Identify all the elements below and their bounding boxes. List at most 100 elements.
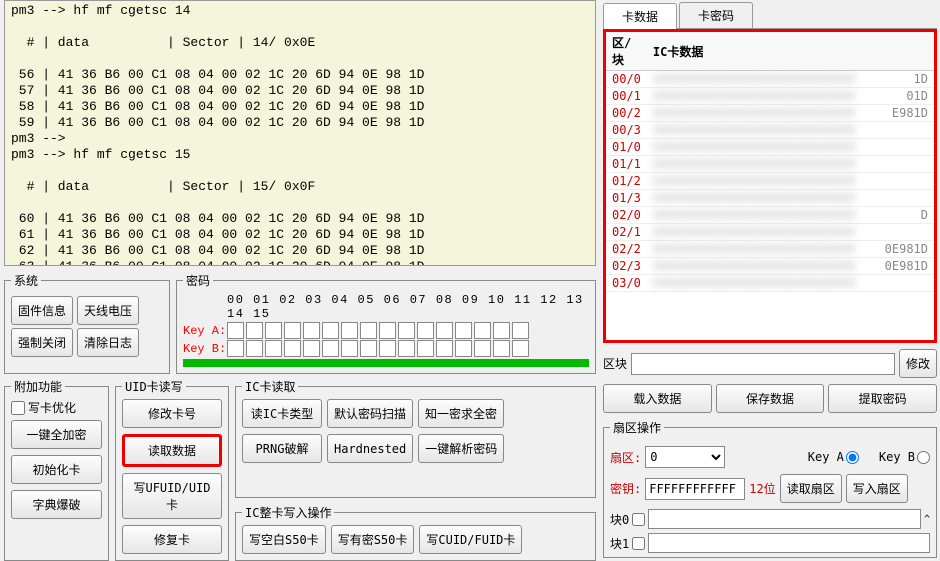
key-check-5[interactable] <box>322 322 339 339</box>
ic-write-legend: IC整卡写入操作 <box>242 504 334 521</box>
table-row[interactable]: 01/0############################ <box>606 139 934 156</box>
key-check-5[interactable] <box>322 340 339 357</box>
key-check-12[interactable] <box>455 340 472 357</box>
read-sector-button[interactable]: 读取扇区 <box>780 474 842 503</box>
key-b-radio[interactable]: Key B <box>879 450 930 464</box>
table-row[interactable]: 00/1############################01D <box>606 88 934 105</box>
cell-data: ############################D <box>647 207 934 224</box>
key-check-8[interactable] <box>379 340 396 357</box>
key-check-7[interactable] <box>360 322 377 339</box>
key-check-3[interactable] <box>284 322 301 339</box>
add-func-group: 附加功能 写卡优化 一键全加密 初始化卡 字典爆破 <box>4 378 109 561</box>
cell-block: 00/2 <box>606 105 647 122</box>
cell-block: 02/0 <box>606 207 647 224</box>
key-a-label: Key A: <box>183 324 227 338</box>
table-row[interactable]: 02/1############################ <box>606 224 934 241</box>
clear-log-button[interactable]: 清除日志 <box>77 328 139 357</box>
terminal-output[interactable]: pm3 --> hf mf cgetsc 14 # | data | Secto… <box>4 0 596 266</box>
key-check-15[interactable] <box>512 322 529 339</box>
key-check-10[interactable] <box>417 322 434 339</box>
block-input[interactable] <box>631 353 895 375</box>
block0-input[interactable] <box>648 509 921 529</box>
read-data-button[interactable]: 读取数据 <box>122 434 222 467</box>
key-field-input[interactable] <box>645 478 745 500</box>
init-card-button[interactable]: 初始化卡 <box>11 455 102 484</box>
key-check-13[interactable] <box>474 322 491 339</box>
cell-data: ############################ <box>647 122 934 139</box>
table-row[interactable]: 01/3############################ <box>606 190 934 207</box>
know-one-pwd-button[interactable]: 知一密求全密 <box>418 399 504 428</box>
firmware-info-button[interactable]: 固件信息 <box>11 296 73 325</box>
write-blank-s50-button[interactable]: 写空白S50卡 <box>242 525 326 554</box>
write-pwd-s50-button[interactable]: 写有密S50卡 <box>331 525 415 554</box>
load-data-button[interactable]: 载入数据 <box>603 384 712 413</box>
key-check-4[interactable] <box>303 340 320 357</box>
key-check-7[interactable] <box>360 340 377 357</box>
password-index-header: 00 01 02 03 04 05 06 07 08 09 10 11 12 1… <box>183 293 589 321</box>
force-close-button[interactable]: 强制关闭 <box>11 328 73 357</box>
table-row[interactable]: 03/0############################ <box>606 275 934 292</box>
write-optimize-checkbox[interactable]: 写卡优化 <box>11 399 102 416</box>
table-row[interactable]: 01/2############################ <box>606 173 934 190</box>
block1-input[interactable] <box>648 533 930 553</box>
tab-card-data[interactable]: 卡数据 <box>603 3 677 29</box>
write-ufuid-button[interactable]: 写UFUID/UID卡 <box>122 473 222 519</box>
key-check-2[interactable] <box>265 322 282 339</box>
modify-card-id-button[interactable]: 修改卡号 <box>122 399 222 428</box>
key-check-4[interactable] <box>303 322 320 339</box>
antenna-voltage-button[interactable]: 天线电压 <box>77 296 139 325</box>
key-check-14[interactable] <box>493 322 510 339</box>
save-data-button[interactable]: 保存数据 <box>716 384 825 413</box>
table-row[interactable]: 02/2############################0E981D <box>606 241 934 258</box>
sector-select[interactable]: 0 <box>645 446 725 468</box>
dict-crack-button[interactable]: 字典爆破 <box>11 490 102 519</box>
key-check-13[interactable] <box>474 340 491 357</box>
key-check-6[interactable] <box>341 322 358 339</box>
key-check-12[interactable] <box>455 322 472 339</box>
key-check-9[interactable] <box>398 322 415 339</box>
key-check-11[interactable] <box>436 340 453 357</box>
key-check-2[interactable] <box>265 340 282 357</box>
key-check-1[interactable] <box>246 322 263 339</box>
read-ic-type-button[interactable]: 读IC卡类型 <box>242 399 322 428</box>
key-check-6[interactable] <box>341 340 358 357</box>
modify-button[interactable]: 修改 <box>899 349 937 378</box>
extract-pwd-button[interactable]: 提取密码 <box>828 384 937 413</box>
repair-card-button[interactable]: 修复卡 <box>122 525 222 554</box>
cell-data: ############################E981D <box>647 105 934 122</box>
password-legend: 密码 <box>183 272 213 289</box>
table-row[interactable]: 01/1############################ <box>606 156 934 173</box>
key-check-11[interactable] <box>436 322 453 339</box>
key-check-0[interactable] <box>227 322 244 339</box>
key-check-0[interactable] <box>227 340 244 357</box>
prng-crack-button[interactable]: PRNG破解 <box>242 434 322 463</box>
one-key-parse-button[interactable]: 一键解析密码 <box>418 434 504 463</box>
encrypt-all-button[interactable]: 一键全加密 <box>11 420 102 449</box>
table-row[interactable]: 00/0############################1D <box>606 71 934 88</box>
key-a-radio[interactable]: Key A <box>808 450 859 464</box>
key-check-3[interactable] <box>284 340 301 357</box>
table-row[interactable]: 00/3############################ <box>606 122 934 139</box>
block1-check[interactable] <box>632 537 645 550</box>
write-cuid-fuid-button[interactable]: 写CUID/FUID卡 <box>419 525 522 554</box>
table-row[interactable]: 02/0############################D <box>606 207 934 224</box>
hardnested-button[interactable]: Hardnested <box>327 434 413 463</box>
block0-check[interactable] <box>632 513 645 526</box>
card-data-table-wrap[interactable]: 区/块 IC卡数据 00/0##########################… <box>603 29 937 343</box>
key-check-9[interactable] <box>398 340 415 357</box>
key-check-10[interactable] <box>417 340 434 357</box>
table-row[interactable]: 00/2############################E981D <box>606 105 934 122</box>
key-check-14[interactable] <box>493 340 510 357</box>
key-check-15[interactable] <box>512 340 529 357</box>
write-optimize-input[interactable] <box>11 401 25 415</box>
cell-block: 01/1 <box>606 156 647 173</box>
cell-data: ############################ <box>647 224 934 241</box>
key-check-1[interactable] <box>246 340 263 357</box>
cell-block: 00/3 <box>606 122 647 139</box>
table-row[interactable]: 02/3############################0E981D <box>606 258 934 275</box>
tab-card-pwd[interactable]: 卡密码 <box>679 2 753 28</box>
key-check-8[interactable] <box>379 322 396 339</box>
sector-ops-legend: 扇区操作 <box>610 419 664 436</box>
default-pwd-scan-button[interactable]: 默认密码扫描 <box>327 399 413 428</box>
write-sector-button[interactable]: 写入扇区 <box>846 474 908 503</box>
